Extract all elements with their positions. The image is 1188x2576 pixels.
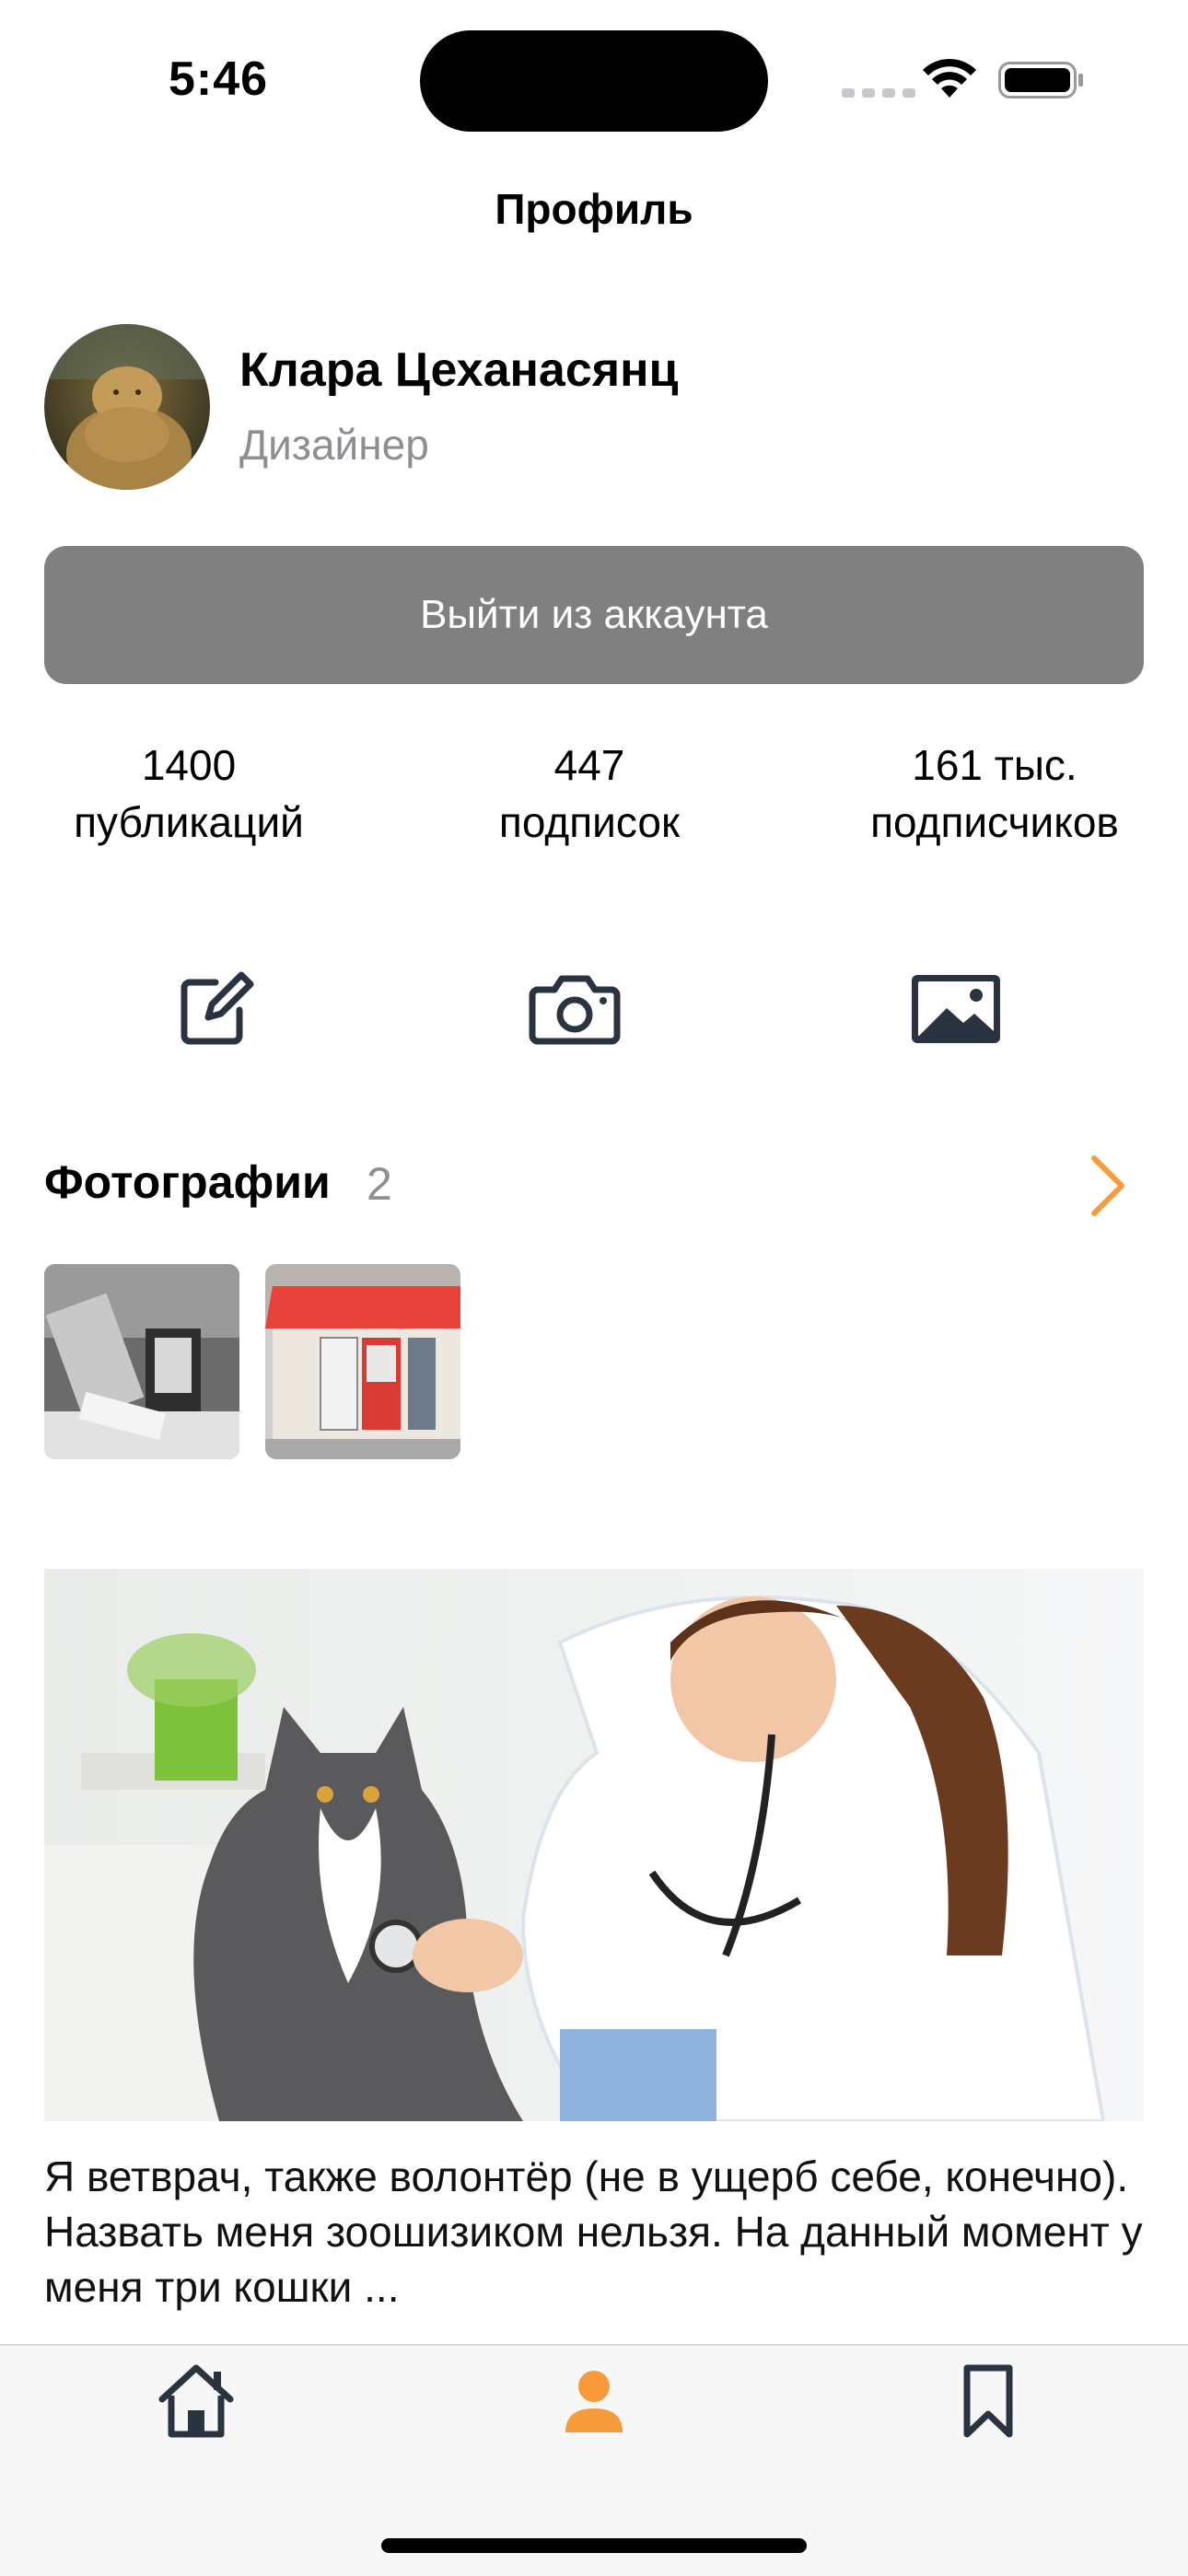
edit-icon[interactable] [168,962,260,1054]
gallery-icon[interactable] [908,962,1004,1054]
stat-label: подписок [498,798,681,846]
dynamic-island [420,30,768,132]
cellular-signal-icon [842,88,915,98]
stat-value: 1400 [141,741,237,789]
wifi-icon [921,57,978,99]
logout-button[interactable]: Выйти из аккаунта [44,546,1144,684]
photo-thumbnail[interactable] [265,1264,460,1459]
home-indicator[interactable] [381,2538,807,2553]
avatar[interactable] [44,324,210,490]
stat-publications[interactable]: 1400 публикаций [46,737,332,851]
camera-icon[interactable] [527,962,623,1054]
person-icon[interactable] [553,2359,635,2442]
photo-thumbnail[interactable] [44,1264,239,1459]
status-time: 5:46 [169,52,269,106]
profile-role: Дизайнер [239,421,429,469]
stat-label: подписчиков [870,798,1119,846]
post-text[interactable]: Я ветврач, также волонтёр (не в ущерб се… [44,2149,1144,2315]
bookmark-icon[interactable] [947,2359,1030,2442]
stat-value: 447 [553,741,625,789]
post-image[interactable] [44,1569,1144,2121]
photos-count: 2 [367,1158,392,1210]
stat-label: публикаций [74,798,304,846]
chevron-right-icon[interactable] [1079,1151,1135,1221]
photos-section-title: Фотографии [44,1156,331,1208]
page-title: Профиль [495,185,693,233]
stat-value: 161 тыс. [912,741,1077,789]
home-icon[interactable] [155,2359,238,2442]
stat-following[interactable]: 447 подписок [460,737,718,851]
profile-name: Клара Цеханасянц [239,343,679,397]
stat-followers[interactable]: 161 тыс. подписчиков [847,737,1142,851]
battery-icon [998,62,1085,99]
